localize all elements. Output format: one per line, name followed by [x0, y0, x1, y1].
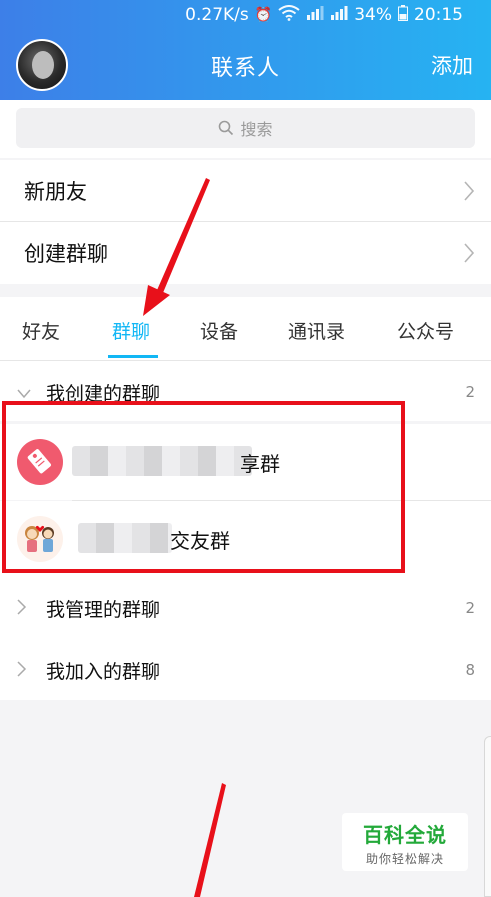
- signal-icon: [306, 6, 324, 24]
- header-bar: 联系人 添加: [0, 30, 491, 100]
- section-label: 我管理的群聊: [46, 599, 161, 621]
- group-item[interactable]: 享群: [0, 424, 491, 500]
- side-edge-panel: [484, 736, 491, 897]
- chevron-right-icon: [463, 180, 475, 207]
- search-input[interactable]: 搜索: [16, 108, 475, 148]
- section-joined-groups[interactable]: 我加入的群聊 8: [0, 639, 491, 701]
- battery-icon: [398, 5, 408, 25]
- alarm-icon: ⏰: [254, 7, 273, 23]
- chevron-down-icon: [17, 382, 31, 404]
- create-group-row[interactable]: 创建群聊: [0, 222, 491, 284]
- blurred-group-name: [72, 446, 252, 476]
- search-placeholder: 搜索: [240, 120, 273, 139]
- group-name: 交友群: [170, 529, 230, 553]
- new-friends-label: 新朋友: [24, 180, 87, 204]
- create-group-label: 创建群聊: [24, 242, 108, 266]
- section-count: 2: [465, 383, 475, 401]
- new-friends-row[interactable]: 新朋友: [0, 160, 491, 222]
- section-count: 2: [465, 599, 475, 617]
- tag-group-avatar: [17, 439, 63, 485]
- tab-official-accounts[interactable]: 公众号: [397, 317, 454, 344]
- page-title: 联系人: [210, 56, 280, 81]
- chevron-right-icon: [463, 242, 475, 269]
- add-button[interactable]: 添加: [431, 50, 473, 80]
- couple-group-avatar: [17, 516, 63, 562]
- search-icon: [218, 120, 234, 136]
- chevron-right-icon: [17, 598, 27, 620]
- section-managed-groups[interactable]: 我管理的群聊 2: [0, 577, 491, 639]
- clock: 20:15: [414, 5, 463, 25]
- tab-devices[interactable]: 设备: [200, 317, 238, 344]
- watermark-subtitle: 助你轻松解决: [365, 852, 444, 866]
- section-label: 我加入的群聊: [46, 661, 161, 683]
- contact-tabs: 好友 群聊 设备 通讯录 公众号: [0, 297, 491, 360]
- active-tab-indicator: [108, 355, 158, 358]
- status-bar: 0.27K/s ⏰ 34% 20:15: [0, 0, 491, 30]
- chevron-right-icon: [17, 660, 27, 682]
- group-item[interactable]: 交友群: [0, 501, 491, 577]
- section-created-groups[interactable]: 我创建的群聊 2: [0, 361, 491, 421]
- watermark-logo: 百科全说 助你轻松解决: [342, 813, 468, 871]
- watermark-title: 百科全说: [363, 823, 447, 847]
- wifi-icon: [278, 5, 300, 25]
- tab-groups[interactable]: 群聊: [112, 317, 150, 344]
- battery-percent: 34%: [354, 5, 392, 25]
- tab-friends[interactable]: 好友: [22, 317, 60, 344]
- tab-address-book[interactable]: 通讯录: [288, 317, 345, 344]
- section-label: 我创建的群聊: [46, 383, 161, 405]
- signal-4g-icon: [330, 6, 348, 24]
- search-section: 搜索: [0, 100, 491, 158]
- section-count: 8: [465, 661, 475, 679]
- network-speed: 0.27K/s: [185, 5, 249, 25]
- blurred-group-name: [78, 523, 172, 553]
- group-name: 享群: [240, 452, 280, 476]
